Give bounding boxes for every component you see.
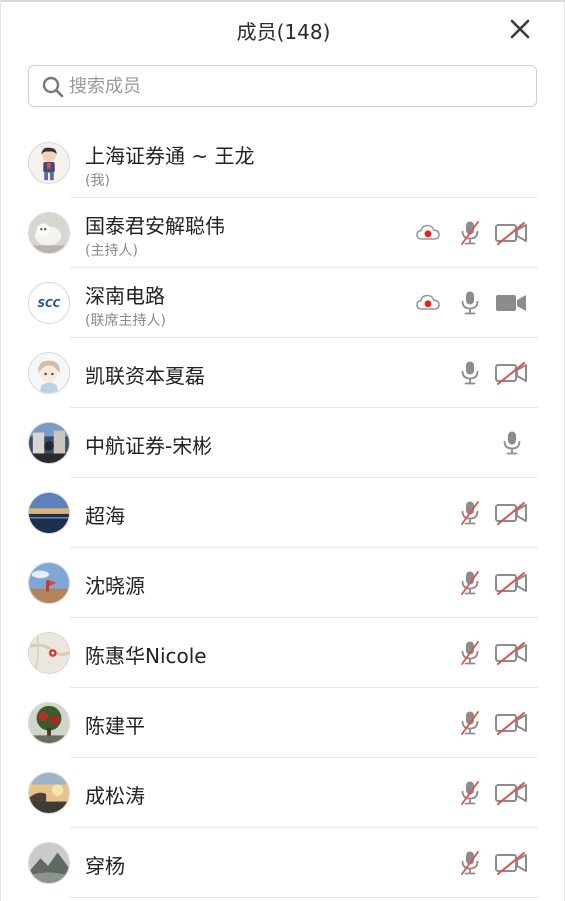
member-row[interactable]: 陈惠华Nicole [1,618,565,688]
member-row[interactable]: 沈晓源 [1,548,565,618]
search-input[interactable] [69,70,519,102]
member-role: (主持人) [85,243,138,259]
avatar [28,632,70,674]
avatar [28,212,70,254]
mic-muted-icon[interactable] [457,570,483,596]
member-name: 国泰君安解聪伟 [85,214,225,238]
member-role: (我) [85,173,110,189]
member-row[interactable]: 上海证券通 ~ 王龙 (我) [1,128,565,198]
camera-off-icon[interactable] [494,850,528,876]
camera-off-icon[interactable] [494,500,528,526]
camera-off-icon[interactable] [494,780,528,806]
member-row[interactable]: 国泰君安解聪伟 (主持人) [1,198,565,268]
mic-muted-icon[interactable] [457,500,483,526]
member-name: 陈建平 [85,714,145,738]
member-name: 上海证券通 ~ 王龙 [85,144,255,168]
member-name: 中航证券-宋彬 [85,434,213,458]
member-name: 陈惠华Nicole [85,644,207,668]
row-divider [70,897,538,898]
camera-off-icon[interactable] [494,640,528,666]
avatar: SCC [28,282,70,324]
member-row[interactable]: 穿杨 [1,828,565,898]
member-row[interactable]: SCC 深南电路 (联席主持人) [1,268,565,338]
member-role: (联席主持人) [85,313,166,329]
member-name: 成松涛 [85,784,145,808]
member-row[interactable]: 陈建平 [1,688,565,758]
member-name: 深南电路 [85,284,165,308]
member-name: 超海 [85,504,125,528]
panel-header: 成员(148) [1,0,565,62]
camera-off-icon[interactable] [494,220,528,246]
member-name: 凯联资本夏磊 [85,364,205,388]
close-button[interactable] [505,14,535,44]
cloud-recording-icon [415,222,441,244]
member-row[interactable]: 超海 [1,478,565,548]
members-panel: 成员(148) 上海证券通 ~ 王龙 (我) 国泰君安解聪伟 (主持人) SCC 深南电路… [0,0,565,901]
avatar [28,772,70,814]
mic-muted-icon[interactable] [457,640,483,666]
mic-muted-icon[interactable] [457,220,483,246]
close-icon [510,19,530,39]
member-row[interactable]: 成松涛 [1,758,565,828]
svg-text:SCC: SCC [38,298,61,310]
camera-icon[interactable] [494,290,528,316]
camera-off-icon[interactable] [494,360,528,386]
mic-muted-icon[interactable] [457,780,483,806]
avatar [28,562,70,604]
mic-muted-icon[interactable] [457,850,483,876]
mic-muted-icon[interactable] [457,710,483,736]
avatar [28,422,70,464]
panel-title: 成员(148) [236,20,331,44]
mic-icon[interactable] [457,290,483,316]
cloud-recording-icon [415,292,441,314]
camera-off-icon[interactable] [494,710,528,736]
search-box[interactable] [28,65,537,107]
member-row[interactable]: 凯联资本夏磊 [1,338,565,408]
member-name: 沈晓源 [85,574,145,598]
avatar [28,492,70,534]
mic-icon[interactable] [457,360,483,386]
avatar [28,352,70,394]
member-list: 上海证券通 ~ 王龙 (我) 国泰君安解聪伟 (主持人) SCC 深南电路 (联席主持人) 凯… [1,128,565,898]
member-name: 穿杨 [85,854,125,878]
camera-off-icon[interactable] [494,570,528,596]
avatar [28,842,70,884]
avatar [28,142,70,184]
avatar [28,702,70,744]
search-icon [42,76,64,98]
member-row[interactable]: 中航证券-宋彬 [1,408,565,478]
mic-icon[interactable] [499,430,525,456]
